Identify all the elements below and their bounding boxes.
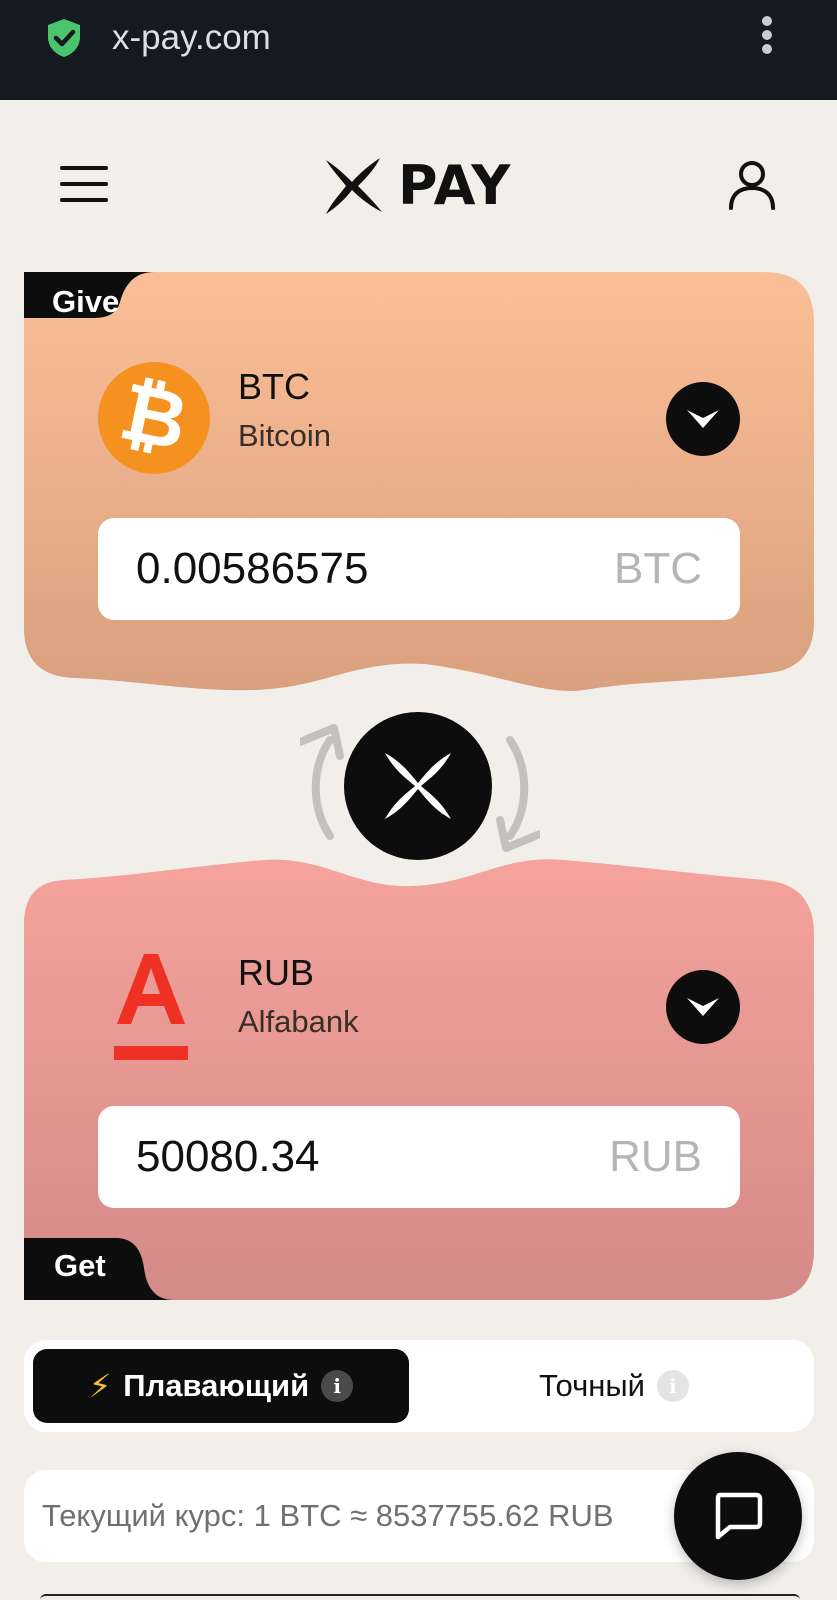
get-amount-field[interactable]: 50080.34 RUB: [98, 1106, 740, 1208]
xpay-logo[interactable]: PAY: [324, 158, 514, 214]
give-currency-code: BTC: [238, 366, 310, 407]
menu-icon[interactable]: [60, 166, 108, 202]
get-card: Get RUB Alfabank 50080.34 RUB: [24, 858, 814, 1300]
fixed-rate-button[interactable]: Точный i: [424, 1349, 804, 1423]
get-amount-input[interactable]: 50080.34: [136, 1132, 576, 1182]
current-rate-text: Текущий курс: 1 BTC ≈ 8537755.62 RUB: [42, 1498, 614, 1533]
give-amount-field[interactable]: 0.00586575 BTC: [98, 518, 740, 620]
get-card-background: [24, 859, 814, 1300]
url-text[interactable]: x-pay.com: [112, 18, 271, 58]
give-amount-input[interactable]: 0.00586575: [136, 544, 576, 594]
give-card: Give ₿ BTC Bitcoin 0.00586575 BTC: [24, 272, 814, 708]
swap-button[interactable]: [344, 712, 492, 860]
get-currency-name: Alfabank: [238, 1004, 359, 1039]
bitcoin-coin-icon: ₿: [98, 362, 210, 474]
chevron-down-icon: [687, 998, 719, 1016]
fixed-rate-label: Точный: [539, 1368, 645, 1403]
user-profile-icon[interactable]: [728, 160, 776, 210]
chat-bubble-icon: [715, 1492, 763, 1540]
give-label: Give: [52, 284, 120, 319]
chevron-down-icon: [687, 410, 719, 428]
get-currency-dropdown-button[interactable]: [666, 970, 740, 1044]
floating-rate-label: Плавающий: [123, 1368, 310, 1403]
info-icon[interactable]: i: [321, 1370, 354, 1402]
get-label: Get: [54, 1248, 106, 1283]
get-amount-unit: RUB: [609, 1132, 702, 1181]
x-logo-icon: [326, 158, 382, 214]
floating-rate-button[interactable]: ⚡ Плавающий i: [33, 1349, 409, 1423]
browser-menu-icon[interactable]: [760, 16, 774, 60]
info-icon[interactable]: i: [656, 1370, 689, 1402]
get-currency-code: RUB: [238, 952, 315, 993]
browser-url-bar: x-pay.com: [0, 0, 837, 100]
secure-shield-icon: [48, 19, 80, 57]
x-star-icon: [385, 753, 451, 819]
next-panel-edge: [40, 1594, 800, 1600]
give-card-background: [24, 272, 814, 691]
logo-text: PAY: [398, 154, 512, 217]
chat-support-button[interactable]: [674, 1452, 802, 1580]
give-amount-unit: BTC: [614, 544, 702, 593]
lightning-icon: ⚡: [88, 1368, 112, 1404]
rate-mode-toggle: ⚡ Плавающий i Точный i: [24, 1340, 814, 1432]
give-currency-dropdown-button[interactable]: [666, 382, 740, 456]
alfabank-logo-icon: [114, 954, 188, 1060]
give-currency-name: Bitcoin: [238, 418, 332, 453]
